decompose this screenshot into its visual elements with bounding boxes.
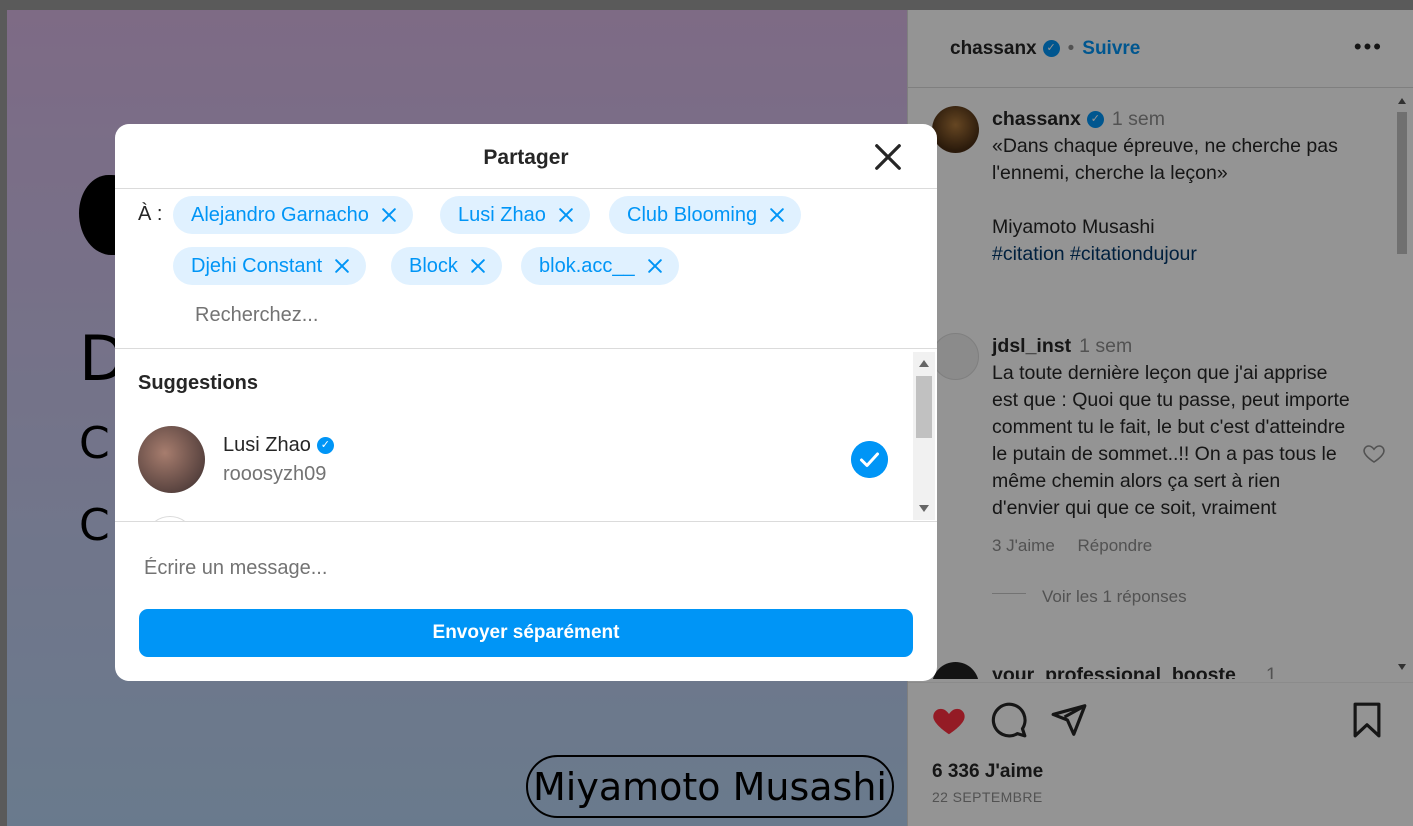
- send-separately-button[interactable]: Envoyer séparément: [139, 609, 913, 657]
- remove-recipient-icon[interactable]: [556, 205, 576, 225]
- suggestion-handle: rooosyzh09: [223, 463, 327, 485]
- scroll-up-icon[interactable]: [919, 360, 929, 367]
- scroll-down-icon[interactable]: [919, 505, 929, 512]
- recipient-name: Alejandro Garnacho: [191, 203, 369, 226]
- share-dialog: Partager À : Alejandro Garnacho Lusi Zha…: [115, 124, 937, 681]
- recipient-name: Block: [409, 254, 458, 277]
- dialog-header: Partager: [115, 124, 937, 189]
- search-input[interactable]: [195, 299, 795, 331]
- scroll-thumb[interactable]: [916, 376, 932, 438]
- recipient-name: blok.acc__: [539, 254, 635, 277]
- recipient-chip[interactable]: Club Blooming: [609, 196, 802, 234]
- suggestion-name-line: Lusi Zhao ✓: [223, 434, 334, 457]
- avatar: [145, 516, 195, 521]
- suggestions-title: Suggestions: [138, 372, 259, 394]
- remove-recipient-icon[interactable]: [468, 256, 488, 276]
- selected-check-icon[interactable]: [851, 441, 888, 478]
- remove-recipient-icon[interactable]: [767, 205, 787, 225]
- close-icon[interactable]: [873, 142, 903, 172]
- recipient-name: Club Blooming: [627, 203, 758, 226]
- recipient-name: Djehi Constant: [191, 254, 323, 277]
- suggestions-scrollbar[interactable]: [913, 352, 935, 520]
- verified-badge-icon: ✓: [316, 437, 334, 455]
- recipient-chip[interactable]: Djehi Constant: [173, 247, 367, 285]
- recipient-chip[interactable]: Alejandro Garnacho: [173, 196, 413, 234]
- recipient-chip[interactable]: blok.acc__: [521, 247, 679, 285]
- remove-recipient-icon[interactable]: [332, 256, 352, 276]
- suggestion-name: Lusi Zhao: [223, 434, 311, 456]
- remove-recipient-icon[interactable]: [645, 256, 665, 276]
- recipient-chip[interactable]: Block: [391, 247, 502, 285]
- recipients-area: À : Alejandro Garnacho Lusi Zhao Club Bl…: [115, 189, 937, 349]
- message-input[interactable]: [144, 552, 904, 584]
- suggestions-list: Suggestions Lusi Zhao ✓ rooosyzh09: [115, 350, 937, 522]
- avatar: [138, 426, 205, 493]
- suggestion-row[interactable]: Lusi Zhao ✓ rooosyzh09: [138, 426, 898, 494]
- recipient-chip[interactable]: Lusi Zhao: [440, 196, 590, 234]
- to-label: À :: [138, 203, 163, 225]
- dialog-title: Partager: [483, 146, 569, 169]
- remove-recipient-icon[interactable]: [379, 205, 399, 225]
- recipient-name: Lusi Zhao: [458, 203, 546, 226]
